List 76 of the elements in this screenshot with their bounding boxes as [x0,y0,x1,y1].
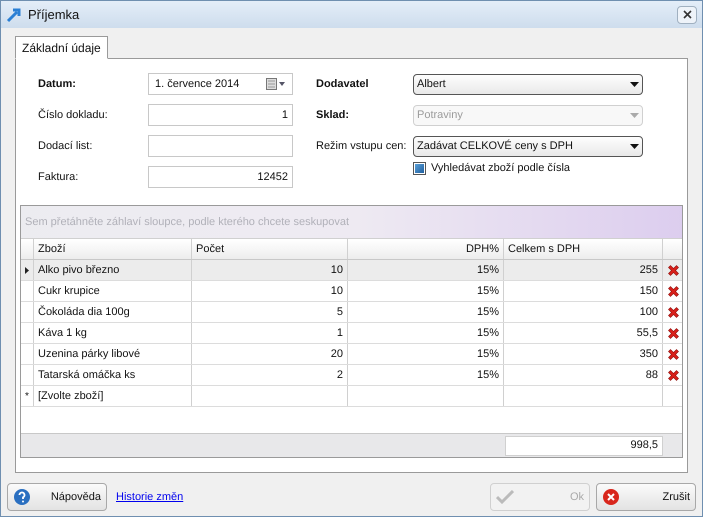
table-cell: 1 [192,323,348,343]
table-row[interactable]: Káva 1 kg 1 15% 55,5 [21,323,682,344]
check-icon [496,490,514,504]
table-row[interactable]: Tatarská omáčka ks 2 15% 88 [21,365,682,386]
field-label: Dodavatel [316,76,370,92]
dropdown[interactable]: Albert [413,74,643,94]
calendar-icon[interactable] [266,78,286,90]
delete-icon[interactable] [667,264,680,276]
column-header[interactable]: DPH% [348,239,504,259]
table-row[interactable]: Alko pivo březno 10 15% 255 [21,260,682,281]
new-row-marker: * [25,390,29,404]
table-cell: 255 [504,260,663,280]
delete-icon[interactable] [667,368,680,382]
table-cell: 100 [504,302,663,322]
table-cell: 15% [348,323,504,343]
table-cell: 15% [348,365,504,385]
table-cell: Uzenina párky libové [34,344,192,364]
table-cell: 15% [348,344,504,364]
table-cell: 55,5 [504,323,663,343]
column-header[interactable]: Zboží [34,239,192,259]
table-cell: 5 [192,302,348,322]
table-cell: Tatarská omáčka ks [34,365,192,385]
cancel-button[interactable]: Zrušit [596,483,696,511]
column-header[interactable]: Celkem s DPH [504,239,663,259]
table-cell: 350 [504,344,663,364]
table-cell: Káva 1 kg [34,323,192,343]
delete-icon[interactable] [667,284,680,298]
table-cell: 15% [348,281,504,301]
table-row[interactable]: Uzenina párky libové 20 15% 350 [21,344,682,365]
dropdown[interactable]: Zadávat CELKOVÉ ceny s DPH [413,136,643,156]
total-value: 998,5 [505,436,663,456]
table-row[interactable]: Čokoláda dia 100g 5 15% 100 [21,302,682,323]
table-cell: 15% [348,302,504,322]
table-cell: Čokoláda dia 100g [34,302,192,322]
field-label: Dodací list: [38,138,94,154]
group-panel: Sem přetáhněte záhlaví sloupce, podle kterého chcete seskupovat [21,206,682,239]
table-cell: 20 [192,344,348,364]
table-cell: 2 [192,365,348,385]
close-button[interactable] [677,6,697,24]
cancel-icon [602,488,620,506]
field-label: Sklad: [316,108,350,123]
table-row[interactable]: Cukr krupice 10 15% 150 [21,281,682,302]
caret-icon [630,144,639,148]
tab[interactable]: Základní údaje [15,36,108,59]
caret-icon [630,112,639,118]
table-cell: Alko pivo březno [34,260,192,280]
caret-icon [630,82,639,86]
table-cell: 88 [504,365,663,385]
current-row-icon [25,266,29,274]
delete-icon[interactable] [667,306,680,318]
table-cell: 10 [192,260,348,280]
delete-icon[interactable] [667,326,680,340]
date-picker[interactable]: 1. července 2014 [148,73,293,95]
input-field[interactable]: 12452 [148,166,293,188]
help-icon [13,488,31,506]
window-title: Příjemka [28,6,80,24]
help-button[interactable]: Nápověda [7,483,107,511]
table-cell: 15% [348,260,504,280]
input-field[interactable] [148,135,293,157]
new-row-placeholder[interactable]: [Zvolte zboží] [38,388,104,404]
checkbox[interactable] [413,162,426,175]
field-label: Číslo dokladu: [38,107,109,123]
date-value: 1. července 2014 [155,76,240,92]
field-label: Datum: [38,76,77,92]
history-link[interactable]: Historie změn [116,488,184,506]
close-icon [682,10,692,19]
table-cell: Cukr krupice [34,281,192,301]
field-label: Režim vstupu cen: [316,138,408,154]
input-field[interactable]: 1 [148,104,293,126]
column-header[interactable]: Počet [192,239,348,259]
checkbox-label: Vyhledávat zboží podle čísla [431,161,570,176]
app-icon [6,6,22,22]
table-cell: 10 [192,281,348,301]
field-label: Faktura: [38,170,80,185]
table-cell: 150 [504,281,663,301]
delete-icon[interactable] [667,348,680,360]
